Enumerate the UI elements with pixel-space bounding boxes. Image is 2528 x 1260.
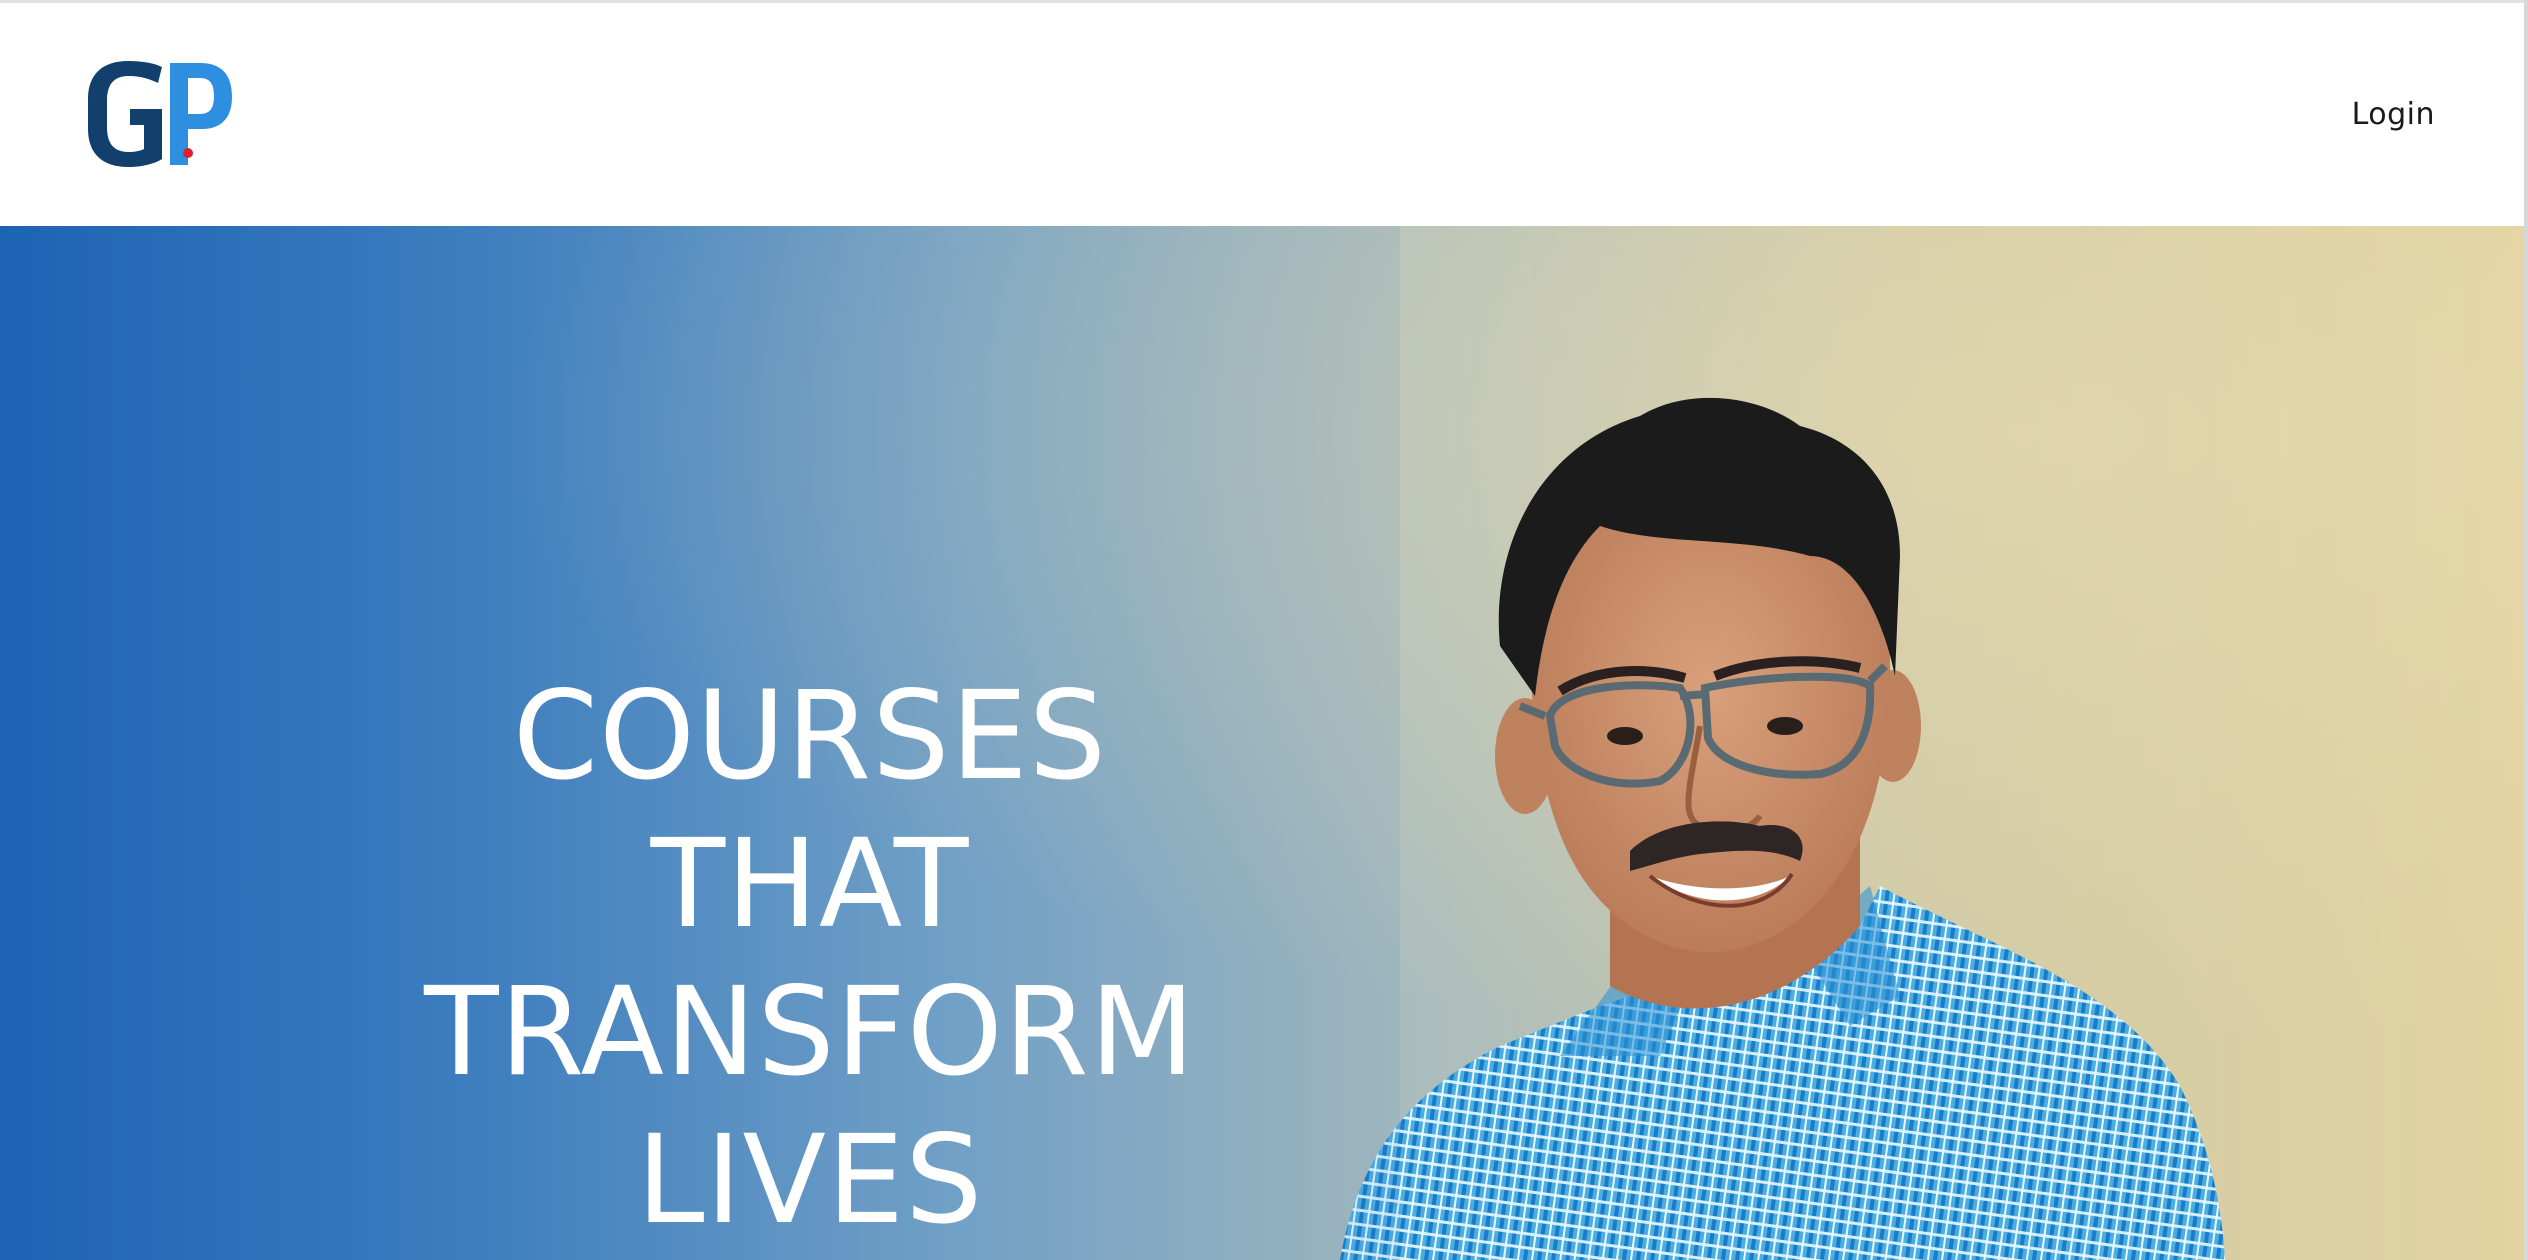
- site-logo[interactable]: [84, 59, 234, 169]
- hero-headline-line: TRANSFORM: [424, 961, 1196, 1103]
- hero-headline-line: THAT: [650, 813, 970, 955]
- login-link[interactable]: Login: [2352, 95, 2435, 135]
- hero-headline-line: LIVES: [636, 1109, 984, 1251]
- site-header: Login: [0, 0, 2528, 226]
- gp-logo-icon: [88, 61, 232, 167]
- page-edge-border: [2524, 0, 2528, 1260]
- page: Login COURSES THAT TRANSFORM LIVES: [0, 0, 2528, 1260]
- hero-headline-line: COURSES: [512, 665, 1108, 807]
- hero-banner: COURSES THAT TRANSFORM LIVES: [0, 226, 2528, 1260]
- hero-headline: COURSES THAT TRANSFORM LIVES: [380, 662, 1240, 1254]
